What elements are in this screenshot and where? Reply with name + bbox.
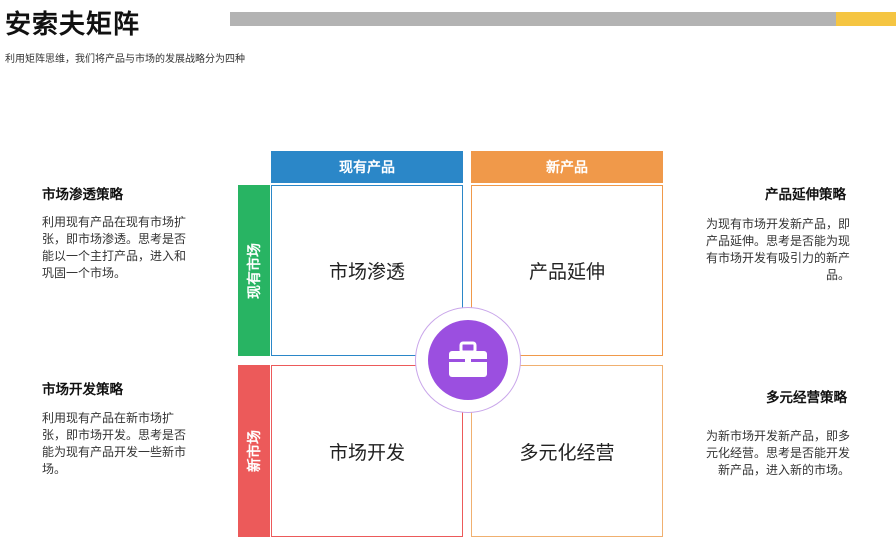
strategy-title-development: 市场开发策略 bbox=[42, 382, 123, 398]
page-title: 安索夫矩阵 bbox=[5, 10, 141, 40]
desc-line: 产品延伸。思考是否能为现 bbox=[705, 234, 850, 248]
cell-label: 产品延伸 bbox=[528, 261, 605, 283]
desc-line: 张，即市场渗透。思考是否 bbox=[42, 232, 187, 246]
desc-line: 利用现有产品在现有市场扩 bbox=[42, 215, 187, 229]
column-header-existing-product: 现有产品 bbox=[271, 151, 463, 183]
strategy-title-extension: 产品延伸策略 bbox=[765, 187, 846, 203]
briefcase-icon bbox=[449, 341, 487, 377]
strategy-desc-development: 利用现有产品在新市场扩 张，即市场开发。思考是否 能为现有产品开发一些新市 场。 bbox=[42, 410, 217, 478]
desc-line: 巩固一个市场。 bbox=[42, 266, 127, 280]
page-subtitle: 利用矩阵思维，我们将产品与市场的发展战略分为四种 bbox=[5, 54, 245, 65]
strategy-title-penetration: 市场渗透策略 bbox=[42, 187, 123, 203]
cell-label: 多元化经营 bbox=[519, 441, 615, 464]
desc-line: 张，即市场开发。思考是否 bbox=[42, 428, 187, 442]
column-header-label: 现有产品 bbox=[339, 160, 395, 176]
row-header-label: 新市场 bbox=[247, 430, 263, 472]
strategy-title-diversification: 多元经营策略 bbox=[766, 390, 847, 406]
desc-line: 有市场开发有吸引力的新产 bbox=[705, 251, 850, 265]
header-bar-yellow bbox=[836, 12, 896, 26]
desc-line: 品。 bbox=[825, 268, 850, 282]
desc-line: 能为现有产品开发一些新市 bbox=[42, 445, 187, 459]
header-bar-gray bbox=[230, 12, 836, 26]
desc-line: 为现有市场开发新产品，即 bbox=[705, 217, 850, 231]
column-header-new-product: 新产品 bbox=[471, 151, 663, 183]
desc-line: 利用现有产品在新市场扩 bbox=[42, 411, 175, 425]
cell-label: 市场开发 bbox=[328, 441, 405, 464]
strategy-desc-diversification: 为新市场开发新产品，即多 元化经营。思考是否能开发 新产品，进入新的市场。 bbox=[670, 428, 850, 479]
desc-line: 为新市场开发新产品，即多 bbox=[705, 429, 850, 443]
row-header-label: 现有市场 bbox=[247, 242, 263, 299]
desc-line: 元化经营。思考是否能开发 bbox=[705, 446, 850, 460]
center-icon-disc bbox=[428, 320, 508, 400]
column-header-label: 新产品 bbox=[546, 160, 588, 176]
strategy-desc-penetration: 利用现有产品在现有市场扩 张，即市场渗透。思考是否 能以一个主打产品，进入和 巩… bbox=[42, 214, 217, 282]
desc-line: 能以一个主打产品，进入和 bbox=[42, 249, 187, 263]
desc-line: 新产品，进入新的市场。 bbox=[717, 463, 850, 477]
row-header-existing-market: 现有市场 bbox=[238, 185, 270, 356]
strategy-desc-extension: 为现有市场开发新产品，即 产品延伸。思考是否能为现 有市场开发有吸引力的新产 品… bbox=[670, 216, 850, 284]
desc-line: 场。 bbox=[42, 462, 67, 476]
row-header-new-market: 新市场 bbox=[238, 365, 270, 537]
cell-label: 市场渗透 bbox=[328, 261, 405, 283]
